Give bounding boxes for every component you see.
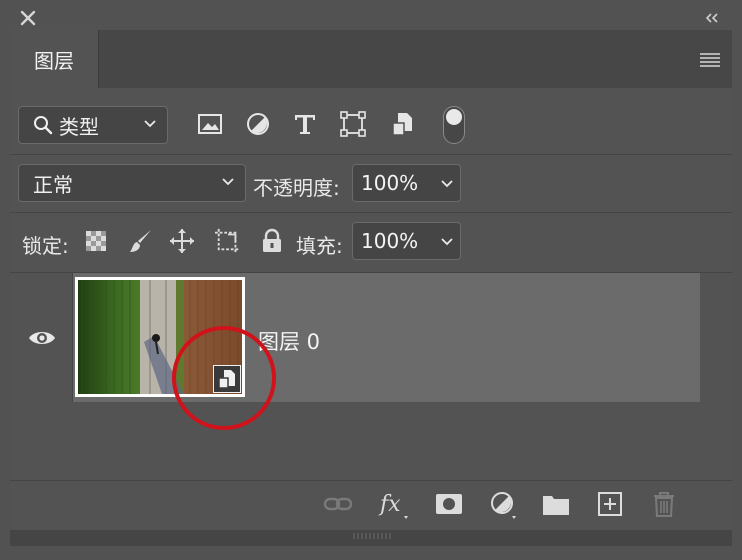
chevron-down-icon [441,238,453,246]
toggle-knob [446,109,462,125]
blend-mode-value: 正常 [33,172,73,197]
adjustment-filter-icon[interactable] [245,111,271,137]
filter-toggle-switch[interactable] [443,106,465,144]
lock-image-pixels-icon[interactable] [128,228,154,254]
chevron-down-icon [222,178,234,186]
filter-kind-dropdown[interactable]: 类型 [18,106,168,144]
opacity-label: 不透明度: [253,176,340,200]
tab-layers-label: 图层 [34,48,74,73]
lock-label: 锁定: [22,234,69,258]
link-layers-icon[interactable] [323,489,353,519]
chevron-down-icon [441,180,453,188]
fx-icon[interactable]: fx [378,489,414,519]
blend-mode-dropdown[interactable]: 正常 [18,164,246,202]
smart-object-filter-icon[interactable] [390,111,416,137]
type-filter-icon[interactable] [292,111,318,137]
fill-input[interactable]: 100% [352,222,434,260]
adjustment-layer-icon[interactable] [488,489,524,519]
image-filter-icon[interactable] [197,111,223,137]
opacity-value: 100% [361,171,419,195]
filter-kind-value: 类型 [59,114,99,139]
shape-filter-icon[interactable] [340,111,366,137]
panel-menu-icon[interactable] [700,53,720,67]
delete-icon[interactable] [649,489,679,519]
fill-dropdown-button[interactable] [433,222,461,260]
mask-icon[interactable] [434,489,464,519]
scrollbar-track[interactable] [700,273,732,402]
divider [10,154,732,155]
lock-all-icon[interactable] [259,228,285,254]
opacity-dropdown-button[interactable] [433,164,461,202]
eye-icon[interactable] [28,328,56,348]
divider [10,212,732,213]
fill-value: 100% [361,229,419,253]
lock-position-icon[interactable] [169,228,195,254]
resize-grip-icon[interactable] [352,533,392,539]
new-layer-icon[interactable] [595,489,625,519]
chevron-down-icon [144,120,156,128]
collapse-panel-icon[interactable] [704,12,720,24]
search-icon [34,116,53,135]
group-folder-icon[interactable] [541,489,571,519]
lock-transparent-pixels-icon[interactable] [84,229,108,253]
annotation-circle [172,326,276,430]
tab-layers[interactable]: 图层 [10,30,99,88]
close-icon[interactable] [18,8,38,28]
svg-text:fx: fx [378,492,401,517]
opacity-input[interactable]: 100% [352,164,434,202]
tab-bar [10,30,732,88]
lock-artboard-icon[interactable] [215,228,241,254]
fill-label: 填充: [296,234,343,258]
